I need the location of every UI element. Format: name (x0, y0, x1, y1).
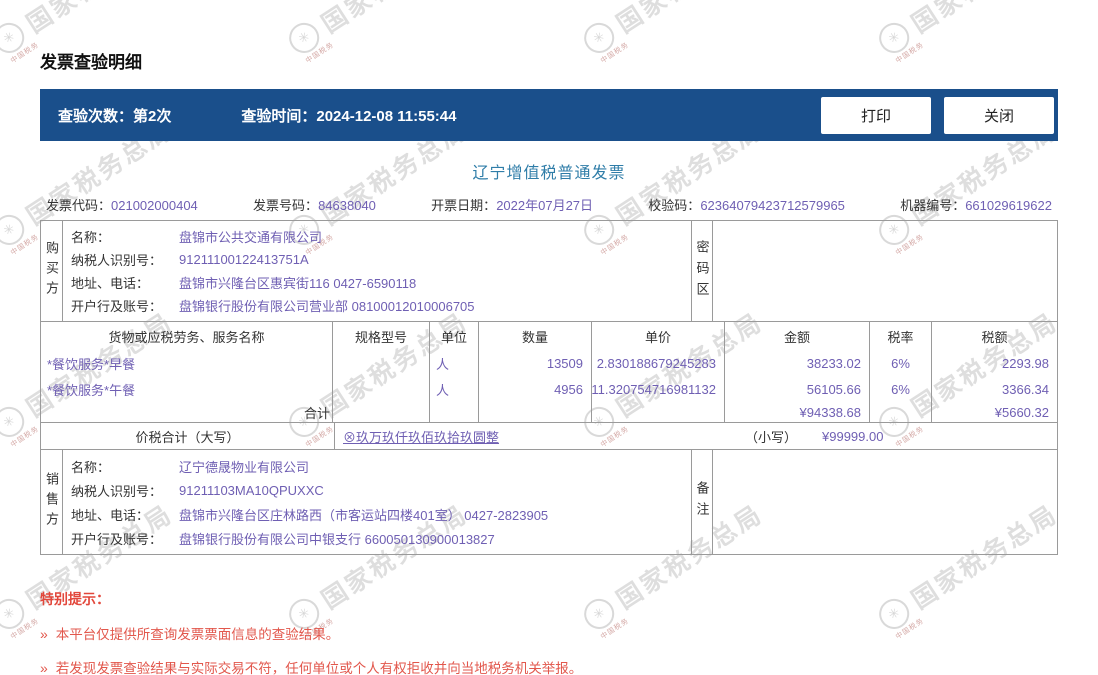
item-tax: 2293.98 (931, 350, 1057, 376)
invoice-table: 购买方 名称： 盘锦市公共交通有限公司 纳税人识别号： 91211100122413… (40, 220, 1058, 555)
seller-address-row: 地址、电话： 盘锦市兴隆台区庄林路西（市客运站四楼401室） 0427-28239… (71, 507, 549, 523)
buyer-side-label: 购买方 (41, 221, 63, 321)
total-row-label: 合计 (303, 405, 330, 421)
buyer-address-row: 地址、电话： 盘锦市兴隆台区惠宾街116 0427-6590118 (71, 276, 417, 291)
total-amount: ¥94338.68 (724, 402, 869, 422)
col-header-price: 单价 (591, 322, 724, 350)
notice-item: » 若发现发票查验结果与实际交易不符，任何单位或个人有权拒收并向当地税务机关举报。 (40, 660, 583, 675)
buyer-bank-row: 开户行及账号： 盘锦银行股份有限公司营业部 08100012010006705 (71, 299, 475, 314)
item-qty: 4956 (478, 376, 591, 402)
item-taxrate: 6% (869, 376, 931, 402)
item-unit: 人 (429, 350, 478, 376)
item-unit: 人 (429, 376, 478, 402)
remarks-label: 备注 (691, 450, 713, 554)
check-time-label: 查验时间： (241, 107, 317, 125)
col-header-qty: 数量 (478, 322, 591, 350)
page-title: 发票查验明细 (40, 53, 142, 72)
check-count-value: 第2次 (133, 107, 172, 125)
col-header-spec: 规格型号 (332, 322, 429, 350)
remarks-area (713, 450, 1057, 554)
close-button[interactable]: 关闭 (944, 96, 1054, 134)
password-area (713, 221, 1057, 321)
invoice-meta-row: 发票代码：021002000404 发票号码：84638040 开票日期：202… (40, 195, 1058, 215)
invoice-title: 辽宁增值税普通发票 (472, 165, 626, 182)
item-amount: 38233.02 (724, 350, 869, 376)
password-area-label: 密码区 (691, 221, 713, 321)
col-header-amount: 金额 (724, 322, 869, 350)
seller-name-row: 名称： 辽宁德晟物业有限公司 (71, 459, 310, 475)
seller-info: 名称： 辽宁德晟物业有限公司 纳税人识别号： 91211103MA10QPUXXC … (63, 450, 691, 554)
invoice-date: 开票日期：2022年07月27日 (431, 198, 594, 213)
item-spec (332, 376, 429, 402)
col-header-taxrate: 税率 (869, 322, 931, 350)
item-price: 11.320754716981132 (591, 376, 724, 402)
amount-in-words: ⊗玖万玖仟玖佰玖拾玖圆整 (343, 429, 500, 445)
invoice-check-page: 发票查验明细 查验次数：第2次 查验时间：2024-12-08 11:55:44… (0, 0, 1098, 675)
machine-number: 机器编号：661029619622 (900, 198, 1052, 213)
print-button[interactable]: 打印 (821, 96, 931, 134)
check-time-value: 2024-12-08 11:55:44 (316, 107, 457, 125)
seller-bank-row: 开户行及账号： 盘锦银行股份有限公司中银支行 660050130900013827 (71, 531, 495, 547)
item-tax: 3366.34 (931, 376, 1057, 402)
check-count: 查验次数：第2次 (58, 105, 171, 126)
special-notices: 特别提示： » 本平台仅提供所查询发票票面信息的查验结果。 » 若发现发票查验结果与… (40, 589, 1058, 675)
seller-side-label: 销售方 (41, 450, 63, 554)
col-header-name: 货物或应税劳务、服务名称 (108, 329, 265, 345)
check-time: 查验时间：2024-12-08 11:55:44 (241, 105, 456, 126)
grand-total-row: 价税合计（大写） ⊗玖万玖仟玖佰玖拾玖圆整 （小写） ¥99999.00 (41, 422, 1057, 449)
bullet-icon: » (40, 660, 48, 675)
items-table: 货物或应税劳务、服务名称 规格型号 单位 数量 单价 金额 税率 税额 *餐饮服… (41, 321, 1057, 422)
notice-item: » 本平台仅提供所查询发票票面信息的查验结果。 (40, 626, 340, 642)
invoice-number: 发票号码：84638040 (253, 198, 376, 213)
buyer-section: 购买方 名称： 盘锦市公共交通有限公司 纳税人识别号： 91211100122413… (41, 221, 1057, 321)
buyer-taxid-row: 纳税人识别号： 91211100122413751A (71, 252, 309, 268)
seller-taxid-row: 纳税人识别号： 91211103MA10QPUXXC (71, 482, 324, 499)
seller-section: 销售方 名称： 辽宁德晟物业有限公司 纳税人识别号： 91211103MA10QPU… (41, 449, 1057, 554)
item-taxrate: 6% (869, 350, 931, 376)
item-spec (332, 350, 429, 376)
notices-title: 特别提示： (40, 591, 110, 607)
item-price: 2.830188679245283 (591, 350, 724, 376)
buyer-info: 名称： 盘锦市公共交通有限公司 纳税人识别号： 91211100122413751A… (63, 221, 691, 321)
amount-figures-label: （小写） (745, 429, 798, 445)
item-qty: 13509 (478, 350, 591, 376)
check-code: 校验码：62364079423712579965 (648, 198, 845, 213)
total-tax: ¥5660.32 (931, 402, 1057, 422)
col-header-unit: 单位 (429, 322, 478, 350)
toolbar: 查验次数：第2次 查验时间：2024-12-08 11:55:44 打印 关闭 (40, 89, 1058, 141)
check-count-label: 查验次数： (58, 107, 134, 125)
bullet-icon: » (40, 626, 48, 642)
buyer-name-row: 名称： 盘锦市公共交通有限公司 (71, 230, 323, 245)
item-amount: 56105.66 (724, 376, 869, 402)
grand-total-label: 价税合计（大写） (41, 423, 335, 449)
amount-figures: ¥99999.00 (822, 428, 884, 444)
item-name: *餐饮服务*早餐 (47, 356, 136, 372)
invoice-code: 发票代码：021002000404 (46, 198, 198, 213)
item-name: *餐饮服务*午餐 (47, 382, 136, 398)
col-header-tax: 税额 (931, 322, 1057, 350)
